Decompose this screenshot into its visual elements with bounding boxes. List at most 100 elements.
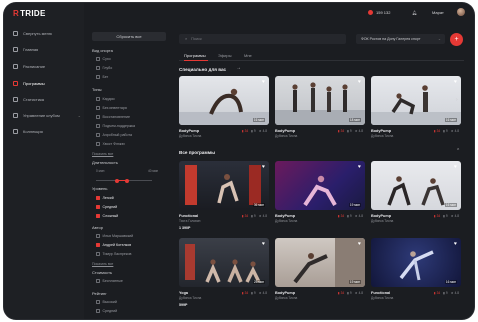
checkbox[interactable] <box>96 252 100 256</box>
nav-club[interactable]: Управление клубом ⌄ <box>13 113 81 118</box>
checkbox-checked[interactable] <box>96 196 100 200</box>
favorite-heart-icon[interactable]: ♥ <box>262 79 265 85</box>
filter-author-option[interactable]: Тимур Ласпреков <box>96 252 131 256</box>
program-author: Дубинка Тиона <box>275 134 298 138</box>
filter-type-option[interactable]: Без инвентаря <box>96 106 127 110</box>
nav-home[interactable]: Главная <box>13 47 81 52</box>
bell-icon: 🔔︎ <box>412 10 418 15</box>
add-button[interactable]: + <box>450 33 463 46</box>
filter-level-option[interactable]: Легкий <box>96 196 114 200</box>
checkbox[interactable] <box>96 133 100 137</box>
program-card[interactable]: ♥ 19 мин BodyPump Дубинка Тиона ▮ 34 ▮ 9 ★… <box>275 161 365 223</box>
balance-widget[interactable]: 159 132 <box>368 10 390 15</box>
tab-broadcasts[interactable]: Эфиры <box>218 53 232 58</box>
duration-slider[interactable] <box>96 178 152 183</box>
checkbox[interactable] <box>96 234 100 238</box>
checkbox[interactable] <box>96 115 100 119</box>
app-logo[interactable]: RTRIDE <box>13 9 46 18</box>
duration-max-label: 40 мин <box>148 169 159 173</box>
filter-sport-option[interactable]: Сухо <box>96 57 111 61</box>
username[interactable]: Марат <box>432 10 444 15</box>
checkbox[interactable] <box>96 57 100 61</box>
program-card[interactable]: ♥ 16 мин BodyPump Дубинка Тиона ▮ 34 ▮ 9 ★… <box>371 76 461 138</box>
checkbox[interactable] <box>96 97 100 101</box>
slider-handle-max[interactable] <box>125 178 129 183</box>
checkbox[interactable] <box>96 279 100 283</box>
favorite-heart-icon[interactable]: ♥ <box>454 164 457 170</box>
favorite-heart-icon[interactable]: ♥ <box>358 164 361 170</box>
tab-mine[interactable]: Мне <box>244 53 252 58</box>
checkbox[interactable] <box>96 66 100 70</box>
carousel-next-icon[interactable]: › <box>456 97 458 103</box>
filter-sport-option[interactable]: Бег <box>96 75 108 79</box>
slider-handle-min[interactable] <box>115 178 119 183</box>
program-author: Тиста Головин <box>179 219 201 223</box>
club-select[interactable]: ФОК Ростов на Дону Галерея спорт ⌄ <box>356 34 445 44</box>
filter-cost-option[interactable]: Бесплатные <box>96 279 123 283</box>
checkbox[interactable] <box>96 300 100 304</box>
favorite-heart-icon[interactable]: ♥ <box>358 79 361 85</box>
duration-badge: 16 мин <box>444 203 457 207</box>
rating: ★ 4.8 <box>450 214 459 218</box>
filter-type-option[interactable]: Кардио <box>96 97 115 101</box>
checkbox[interactable] <box>96 142 100 146</box>
show-all-types-link[interactable]: Показать все <box>92 152 113 156</box>
rating: ★ 4.8 <box>450 291 459 295</box>
duration-min-label: 0 мин <box>96 169 105 173</box>
section-title-special: Специально для вас <box>179 67 227 72</box>
arrow-right-icon[interactable]: → <box>236 65 241 71</box>
filter-type-option[interactable]: Подъем-поддержка <box>96 124 135 128</box>
program-image: ♥ 16 мин <box>179 76 269 125</box>
checkbox[interactable] <box>96 75 100 79</box>
nav-collapse[interactable]: Свернуть меню <box>13 31 81 36</box>
filter-level-option[interactable]: Средний <box>96 205 117 209</box>
program-card[interactable]: ♥ 36 мин Functional Тиста Головин 1 390Р… <box>179 161 269 230</box>
duration-badge: 18 мин <box>348 118 361 122</box>
program-card[interactable]: ♥ 18 мин BodyPump Дубинка Тиона ▮ 34 ▮ 9 ★… <box>275 76 365 138</box>
filter-sport-option[interactable]: Глубо <box>96 66 112 70</box>
avatar[interactable] <box>457 8 465 16</box>
checkbox[interactable] <box>96 309 100 313</box>
filter-rating-option[interactable]: Средний <box>96 309 117 313</box>
show-all-authors-link[interactable]: Показать все <box>92 262 113 266</box>
stat-red: ▮ 34 <box>433 214 441 218</box>
checkbox[interactable] <box>96 106 100 110</box>
notifications-button[interactable]: 🔔︎ <box>412 10 417 15</box>
checkbox-checked[interactable] <box>96 243 100 247</box>
filter-author-option[interactable]: Андрей Котелков <box>96 243 131 247</box>
program-card[interactable]: ♥ 25 мин Yoga Дубинка Тиона 599Р ▮ 34 ▮ 9 … <box>179 238 269 307</box>
filter-author-option[interactable]: Илья Маршавский <box>96 234 133 238</box>
coin-icon <box>368 10 373 15</box>
program-card[interactable]: ♥ 16 мин BodyPump Дубинка Тиона ▮ 34 ▮ 9 ★… <box>371 161 461 223</box>
checkbox[interactable] <box>96 124 100 128</box>
program-card[interactable]: ♥ 16 мин BodyPump Дубинка Тиона ▮ 34 ▮ 9 ★… <box>179 76 269 138</box>
tab-programs[interactable]: Программы <box>184 53 206 58</box>
nav-stats[interactable]: Статистика <box>13 97 81 102</box>
checkbox-checked[interactable] <box>96 214 100 218</box>
search-input[interactable]: ⌕ Поиск <box>179 34 346 44</box>
program-card[interactable]: ♥ 19 мин BodyPump Дубинка Тиона ▮ 34 ▮ 9 ★… <box>275 238 365 300</box>
chevron-up-icon[interactable]: ⌃ <box>456 148 460 154</box>
filter-rating-option[interactable]: Высокий <box>96 300 117 304</box>
rating: ★ 4.8 <box>258 214 267 218</box>
favorite-heart-icon[interactable]: ♥ <box>454 79 457 85</box>
favorite-heart-icon[interactable]: ♥ <box>358 241 361 247</box>
filter-type-option[interactable]: Аэробный работа <box>96 133 132 137</box>
nav-collection[interactable]: Коллекция <box>13 129 81 134</box>
collection-icon <box>13 129 18 134</box>
program-author: Дубинка Тиона <box>179 134 202 138</box>
filter-type-option[interactable]: Восстановление <box>96 115 130 119</box>
nav-schedule[interactable]: Расписание <box>13 64 81 69</box>
program-card[interactable]: ♥ 16 мин Functional Дубинка Тиона ▮ 34 ▮ 9… <box>371 238 461 300</box>
section-title-all: Все программы <box>179 150 216 155</box>
favorite-heart-icon[interactable]: ♥ <box>262 241 265 247</box>
filter-author-heading: Автор <box>92 225 103 230</box>
filter-type-option[interactable]: Хвост Флэкэх <box>96 142 125 146</box>
reset-filters-button[interactable]: Сбросить все <box>92 32 166 41</box>
favorite-heart-icon[interactable]: ♥ <box>454 241 457 247</box>
filter-level-option[interactable]: Сложный <box>96 214 118 218</box>
checkbox-checked[interactable] <box>96 205 100 209</box>
favorite-heart-icon[interactable]: ♥ <box>262 164 265 170</box>
program-image: ♥ 19 мин <box>275 161 365 210</box>
nav-programs[interactable]: Программы <box>13 81 81 86</box>
